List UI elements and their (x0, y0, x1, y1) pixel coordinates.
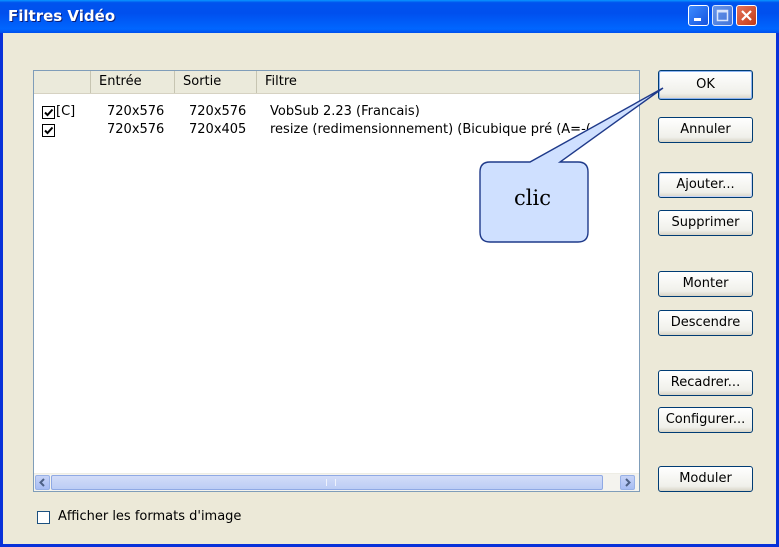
supprimer-button[interactable]: Supprimer (658, 210, 753, 236)
arrow-left-icon (39, 478, 45, 487)
row-sortie: 720x405 (189, 122, 247, 137)
close-icon (741, 10, 752, 21)
minimize-button[interactable] (688, 5, 709, 26)
title-bar[interactable]: Filtres Vidéo (0, 0, 779, 33)
checkmark-icon (44, 108, 54, 117)
afficher-formats-label: Afficher les formats d'image (58, 509, 242, 524)
row-entree: 720x576 (107, 122, 165, 137)
scroll-grip (326, 479, 336, 486)
column-header-entree[interactable]: Entrée (91, 71, 175, 93)
minimize-icon (694, 18, 701, 21)
ok-button[interactable]: OK (658, 70, 753, 100)
scroll-left-button[interactable] (35, 475, 50, 490)
row-checkbox[interactable] (42, 106, 55, 119)
column-header-sortie[interactable]: Sortie (175, 71, 257, 93)
table-row[interactable]: 720x576 720x405 resize (redimensionnemen… (34, 121, 639, 139)
filter-list[interactable]: Entrée Sortie Filtre [C] 720x576 720x576… (33, 70, 640, 492)
maximize-button[interactable] (712, 5, 733, 26)
window-title: Filtres Vidéo (8, 7, 116, 25)
ajouter-button[interactable]: Ajouter... (658, 172, 753, 198)
close-button[interactable] (736, 5, 757, 26)
maximize-icon (716, 9, 729, 22)
scroll-thumb[interactable] (51, 475, 603, 490)
row-sortie: 720x576 (189, 104, 247, 119)
recadrer-button[interactable]: Recadrer... (658, 370, 753, 396)
table-row[interactable]: [C] 720x576 720x576 VobSub 2.23 (Francai… (34, 103, 639, 121)
scroll-right-button[interactable] (620, 475, 635, 490)
row-filtre: VobSub 2.23 (Francais) (270, 104, 420, 119)
checkmark-icon (44, 126, 54, 135)
callout-text: clic (514, 186, 551, 210)
row-tag: [C] (56, 104, 76, 119)
descendre-button[interactable]: Descendre (658, 310, 753, 336)
arrow-right-icon (625, 478, 631, 487)
row-checkbox[interactable] (42, 124, 55, 137)
afficher-formats-checkbox[interactable] (37, 511, 50, 524)
list-header: Entrée Sortie Filtre (34, 71, 639, 94)
annuler-button[interactable]: Annuler (658, 117, 753, 143)
column-header-check[interactable] (34, 71, 91, 93)
column-header-filtre[interactable]: Filtre (257, 71, 639, 93)
monter-button[interactable]: Monter (658, 271, 753, 297)
dialog-window: Filtres Vidéo Entrée Sortie Filtre [C] 7… (0, 0, 779, 547)
configurer-button[interactable]: Configurer... (658, 407, 753, 433)
row-entree: 720x576 (107, 104, 165, 119)
horizontal-scrollbar[interactable] (34, 473, 639, 491)
moduler-button[interactable]: Moduler (658, 466, 753, 492)
row-filtre: resize (redimensionnement) (Bicubique pr… (270, 122, 591, 137)
